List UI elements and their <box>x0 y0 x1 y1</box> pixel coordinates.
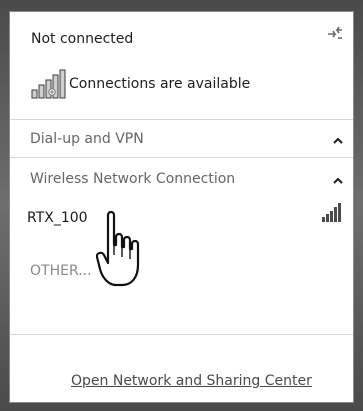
refresh-icon[interactable] <box>326 26 344 42</box>
network-flyout-panel: Not connected Connections are available <box>9 11 354 403</box>
connection-status-area: Not connected Connections are available <box>10 12 353 120</box>
chevron-up-icon[interactable] <box>332 176 344 186</box>
network-item-name[interactable]: RTX_100 <box>27 210 88 226</box>
chevron-up-icon[interactable] <box>332 136 344 146</box>
availability-row: Connections are available <box>30 66 250 102</box>
wireless-section-title[interactable]: Wireless Network Connection <box>30 171 235 187</box>
network-sharing-center-link[interactable]: Open Network and Sharing Center <box>71 373 312 389</box>
availability-text: Connections are available <box>69 76 251 92</box>
hand-pointer-icon <box>96 210 140 287</box>
signal-bars-icon <box>322 203 341 222</box>
section-divider <box>10 157 353 158</box>
connection-status-title: Not connected <box>31 31 134 47</box>
other-network-item[interactable]: OTHER... <box>30 263 92 279</box>
dialup-section-title[interactable]: Dial-up and VPN <box>30 131 144 147</box>
network-bars-icon <box>31 69 66 99</box>
footer-divider <box>10 334 353 335</box>
window-frame: Not connected Connections are available <box>0 0 363 411</box>
